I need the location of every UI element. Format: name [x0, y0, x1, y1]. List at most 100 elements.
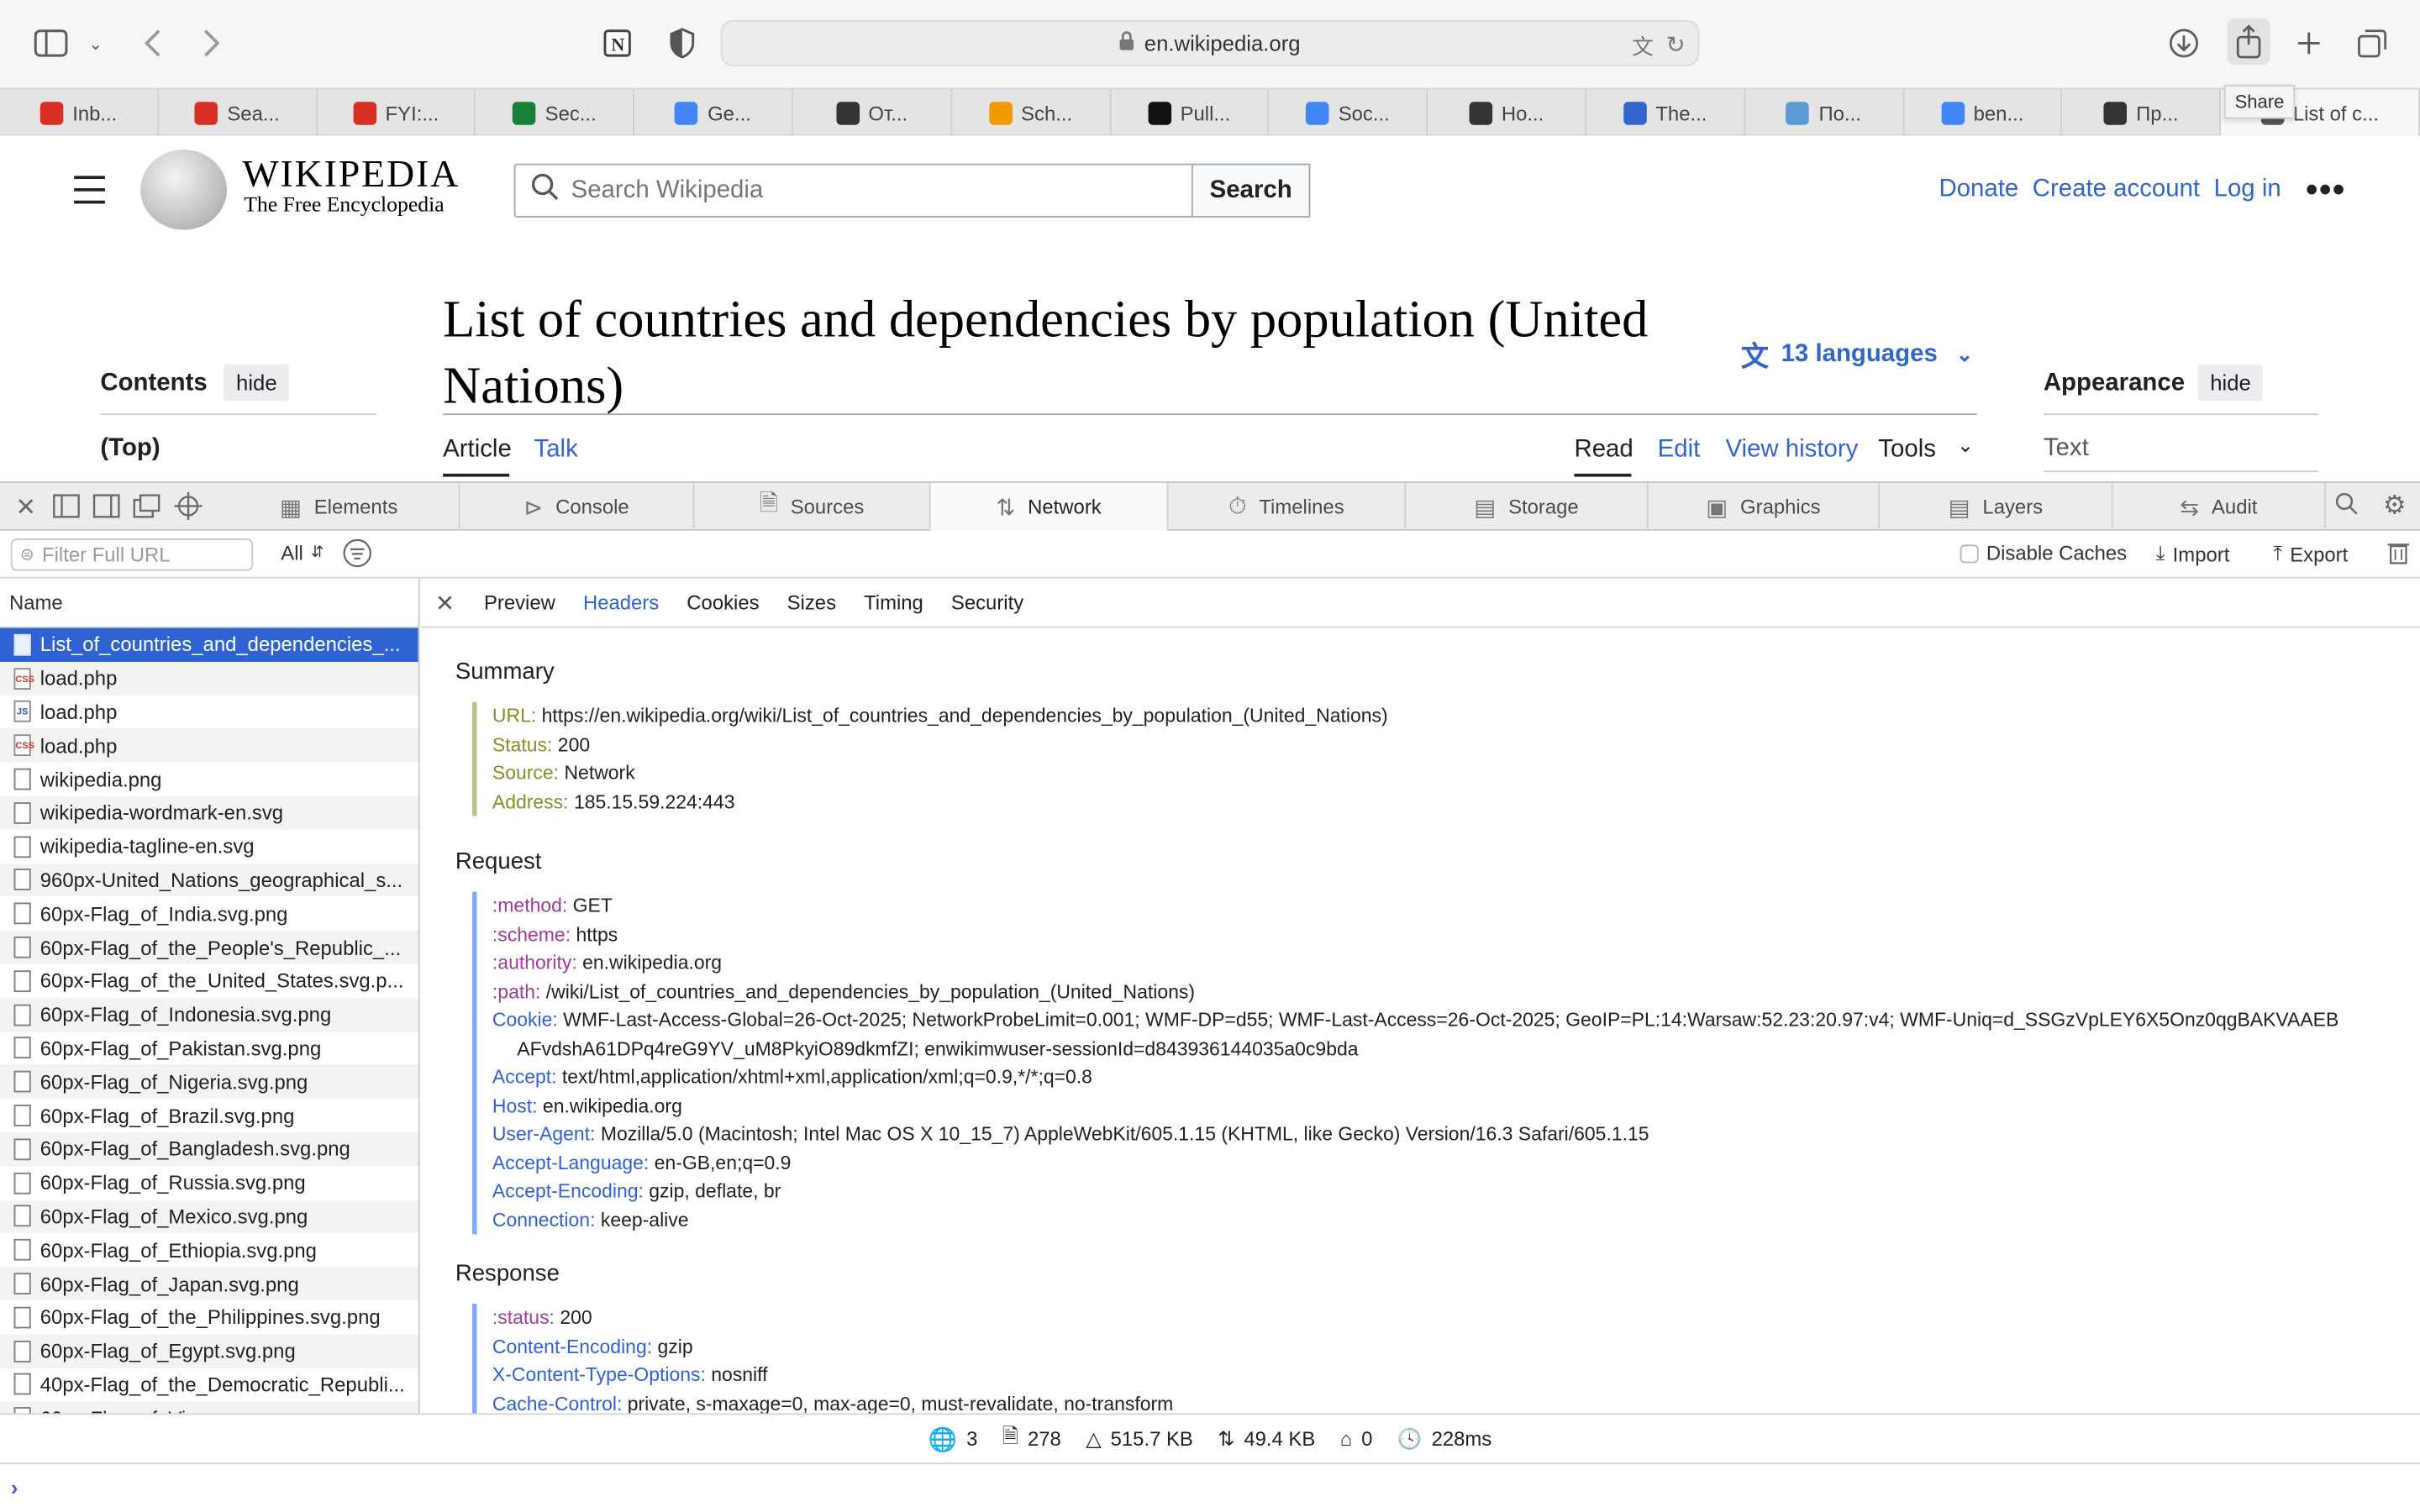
resource-row[interactable]: wikipedia.png — [0, 763, 418, 796]
close-detail-icon[interactable]: ✕ — [435, 589, 455, 617]
resource-row[interactable]: 60px-Flag_of_the_People's_Republic_... — [0, 930, 418, 964]
browser-tab[interactable]: FYI:... — [318, 89, 476, 136]
forward-icon[interactable] — [197, 24, 225, 61]
inspector-tab-audit[interactable]: ⇆ Audit — [2112, 482, 2326, 531]
toc-top-link[interactable]: (Top) — [100, 435, 160, 463]
disable-caches-toggle[interactable]: Disable Caches — [1960, 542, 2127, 564]
detail-tab-cookies[interactable]: Cookies — [687, 591, 759, 614]
clear-log-icon[interactable] — [2387, 540, 2410, 564]
reload-icon[interactable]: ↻ — [1666, 31, 1686, 62]
browser-tab[interactable]: ben... — [1904, 89, 2063, 136]
detail-tab-timing[interactable]: Timing — [864, 591, 923, 614]
tab-view-history[interactable]: View history — [1725, 437, 1858, 465]
browser-tab[interactable]: Sea... — [159, 89, 318, 136]
browser-tab[interactable]: The... — [1586, 89, 1745, 136]
detail-tab-headers[interactable]: Headers — [583, 591, 659, 614]
browser-tab[interactable]: Ge... — [634, 89, 794, 136]
login-link[interactable]: Log in — [2214, 176, 2281, 203]
tab-edit[interactable]: Edit — [1658, 437, 1701, 465]
back-icon[interactable] — [139, 24, 166, 61]
inspector-tab-network[interactable]: ⇅ Network — [930, 482, 1169, 531]
resource-row[interactable]: 60px-Flag_of_Egypt.svg.png — [0, 1334, 418, 1368]
inspector-tab-graphics[interactable]: ▣ Graphics — [1649, 482, 1881, 531]
detail-tab-preview[interactable]: Preview — [484, 591, 555, 614]
browser-tab[interactable]: Но... — [1428, 89, 1587, 136]
undock-icon[interactable] — [133, 494, 160, 527]
close-inspector-icon[interactable]: ✕ — [15, 492, 36, 523]
browser-tab[interactable]: Inb... — [0, 89, 159, 136]
resource-row[interactable]: 60px-Flag_of_Russia.svg.png — [0, 1166, 418, 1200]
browser-tab[interactable]: Sch... — [952, 89, 1111, 136]
donate-link[interactable]: Donate — [1939, 176, 2018, 203]
dock-right-icon[interactable] — [92, 494, 120, 527]
tab-article[interactable]: Article — [443, 437, 512, 465]
resource-row[interactable]: 60px-Flag_of_Mexico.svg.png — [0, 1200, 418, 1234]
resource-row[interactable]: 60px-Flag_of_India.svg.png — [0, 897, 418, 931]
more-options-icon[interactable]: ••• — [2306, 170, 2346, 210]
tab-overview-icon[interactable] — [2355, 26, 2389, 60]
browser-tab[interactable]: По... — [1745, 89, 1904, 136]
filter-url-input[interactable]: ⊜ Filter Full URL — [10, 538, 254, 571]
inspector-tab-sources[interactable]: 🗎 Sources — [695, 482, 931, 531]
detail-tab-sizes[interactable]: Sizes — [787, 591, 836, 614]
browser-tab[interactable]: Soc... — [1269, 89, 1428, 136]
dock-bottom-icon[interactable] — [52, 494, 80, 527]
resource-row[interactable]: wikipedia-wordmark-en.svg — [0, 795, 418, 830]
filter-options-icon[interactable] — [343, 538, 372, 568]
main-menu-icon[interactable] — [74, 176, 105, 213]
notion-extension-icon[interactable]: N — [600, 26, 634, 60]
inspector-tab-storage[interactable]: ▤ Storage — [1406, 482, 1649, 531]
browser-tab[interactable]: Sec... — [476, 89, 635, 136]
inspector-tab-elements[interactable]: ▦ Elements — [219, 482, 460, 531]
browser-tab[interactable]: Pull... — [1111, 89, 1270, 136]
resource-row[interactable]: wikipedia-tagline-en.svg — [0, 830, 418, 864]
appearance-hide-button[interactable]: hide — [2197, 364, 2264, 402]
wikipedia-wordmark[interactable]: WIKIPEDIA — [242, 155, 460, 197]
languages-button[interactable]: 文 13 languages ⌄ — [1741, 335, 1973, 375]
wiki-search-input[interactable]: Search Wikipedia — [513, 163, 1193, 218]
name-column-header[interactable]: Name — [0, 579, 418, 628]
chevron-down-icon[interactable]: ⌄ — [87, 31, 105, 55]
resource-row[interactable]: 60px-Flag_of_Vi... — [0, 1401, 418, 1414]
resource-row[interactable]: 60px-Flag_of_Brazil.svg.png — [0, 1099, 418, 1132]
chevron-down-icon[interactable]: ⌄ — [1957, 433, 1974, 458]
resource-row[interactable]: 60px-Flag_of_the_Philippines.svg.png — [0, 1300, 418, 1334]
resource-row[interactable]: 960px-United_Nations_geographical_s... — [0, 863, 418, 897]
create-account-link[interactable]: Create account — [2033, 176, 2200, 203]
inspector-tab-timelines[interactable]: ⏱ Timelines — [1168, 482, 1407, 531]
resource-row[interactable]: 60px-Flag_of_the_United_States.svg.p... — [0, 964, 418, 998]
resource-row[interactable]: 60px-Flag_of_Nigeria.svg.png — [0, 1065, 418, 1100]
browser-tab[interactable]: От... — [793, 89, 952, 136]
resource-row[interactable]: 60px-Flag_of_Pakistan.svg.png — [0, 1032, 418, 1065]
resource-row[interactable]: 40px-Flag_of_the_Democratic_Republi... — [0, 1368, 418, 1401]
tab-talk[interactable]: Talk — [534, 437, 578, 465]
resource-row[interactable]: 60px-Flag_of_Ethiopia.svg.png — [0, 1233, 418, 1267]
inspector-tab-layers[interactable]: ▤ Layers — [1880, 482, 2113, 531]
resource-row[interactable]: CSS load.php — [0, 661, 418, 696]
translate-icon[interactable]: 文 — [1632, 31, 1654, 62]
element-picker-icon[interactable] — [174, 491, 203, 528]
tab-read[interactable]: Read — [1574, 437, 1633, 465]
privacy-shield-icon[interactable] — [666, 26, 699, 60]
resource-row[interactable]: List_of_countries_and_dependencies_... — [0, 627, 418, 662]
resource-row[interactable]: CSS load.php — [0, 728, 418, 763]
address-bar[interactable]: en.wikipedia.org 文 ↻ — [720, 19, 1700, 66]
disable-caches-checkbox[interactable] — [1960, 543, 1979, 563]
share-icon[interactable] — [2227, 18, 2270, 66]
search-icon[interactable] — [2335, 492, 2359, 523]
browser-tab[interactable]: Пр... — [2063, 89, 2222, 136]
gear-icon[interactable]: ⚙ — [2383, 491, 2407, 522]
console-prompt-line[interactable]: › — [0, 1462, 2420, 1512]
sidebar-toggle-icon[interactable] — [34, 28, 68, 59]
export-button[interactable]: ⤒ Export — [2274, 542, 2349, 566]
inspector-tab-console[interactable]: ⊳ Console — [460, 482, 695, 531]
resource-row[interactable]: JS load.php — [0, 696, 418, 729]
resource-row[interactable]: 60px-Flag_of_Japan.svg.png — [0, 1267, 418, 1301]
contents-hide-button[interactable]: hide — [224, 364, 290, 402]
wikipedia-globe-logo[interactable] — [140, 150, 228, 230]
import-button[interactable]: ⤓ Import — [2156, 542, 2229, 566]
resource-row[interactable]: 60px-Flag_of_Indonesia.svg.png — [0, 997, 418, 1032]
downloads-icon[interactable] — [2167, 26, 2201, 60]
new-tab-icon[interactable] — [2292, 26, 2326, 60]
tools-menu[interactable]: Tools — [1878, 437, 1936, 465]
